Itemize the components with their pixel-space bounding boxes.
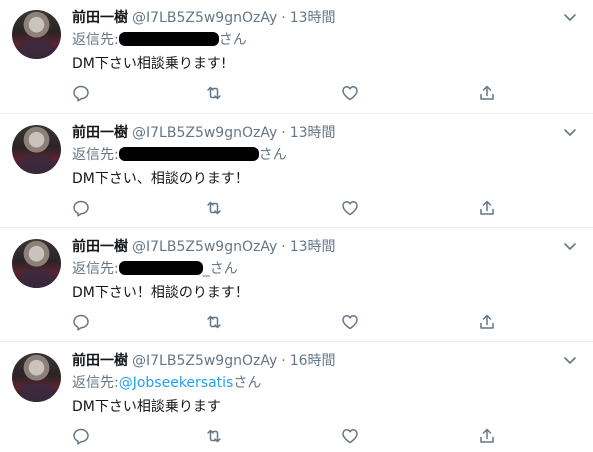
- tweet-header: 前田一樹 @I7LB5Z5w9gnOzAy · 13時間: [72, 237, 336, 257]
- chevron-down-icon[interactable]: [563, 353, 577, 367]
- share-icon: [480, 314, 494, 329]
- reply-to-line: 返信先: さん: [72, 30, 247, 50]
- separator-dot: ·: [281, 239, 286, 255]
- timestamp[interactable]: 16時間: [290, 353, 336, 369]
- reply-to-suffix: さん: [218, 32, 247, 48]
- reply-to-label: 返信先:: [72, 147, 119, 163]
- display-name[interactable]: 前田一樹: [72, 239, 128, 255]
- share-button[interactable]: [478, 84, 496, 102]
- reply-button[interactable]: [72, 427, 90, 445]
- share-icon: [480, 200, 494, 215]
- reply-to-line: 返信先: _さん: [72, 259, 238, 279]
- redacted-username: [118, 32, 219, 46]
- reply-to-suffix: さん: [233, 375, 262, 391]
- retweet-button[interactable]: [205, 427, 223, 445]
- tweet-text: DM下さい相談乗ります: [72, 399, 221, 415]
- reply-icon: [73, 428, 89, 445]
- divider: [0, 341, 593, 342]
- reply-to-label: 返信先:: [72, 32, 119, 48]
- timestamp[interactable]: 13時間: [290, 125, 336, 141]
- user-handle[interactable]: @I7LB5Z5w9gnOzAy: [132, 353, 277, 369]
- retweet-button[interactable]: [205, 199, 223, 217]
- display-name[interactable]: 前田一樹: [72, 10, 128, 26]
- avatar[interactable]: [12, 239, 61, 288]
- retweet-icon: [207, 86, 221, 100]
- heart-icon: [342, 86, 358, 101]
- reply-button[interactable]: [72, 84, 90, 102]
- tweet-header: 前田一樹 @I7LB5Z5w9gnOzAy · 13時間: [72, 8, 336, 28]
- heart-icon: [342, 201, 358, 216]
- timestamp[interactable]: 13時間: [290, 10, 336, 26]
- divider: [0, 113, 593, 114]
- display-name[interactable]: 前田一樹: [72, 125, 128, 141]
- separator-dot: ·: [281, 353, 286, 369]
- avatar[interactable]: [12, 353, 61, 402]
- avatar[interactable]: [12, 10, 61, 59]
- reply-icon: [73, 200, 89, 217]
- user-handle[interactable]: @I7LB5Z5w9gnOzAy: [132, 125, 277, 141]
- separator-dot: ·: [281, 125, 286, 141]
- tweet-text: DM下さい！相談のります！: [72, 285, 249, 301]
- reply-to-line: 返信先:@Jobseekersatisさん: [72, 373, 261, 393]
- tweet-text: DM下さい相談乗ります!: [72, 56, 227, 72]
- share-icon: [480, 85, 494, 100]
- chevron-down-icon[interactable]: [563, 10, 577, 24]
- like-button[interactable]: [341, 199, 359, 217]
- redacted-username: [118, 147, 259, 161]
- retweet-button[interactable]: [205, 84, 223, 102]
- retweet-icon: [207, 315, 221, 329]
- reply-to-line: 返信先: さん: [72, 145, 287, 165]
- reply-button[interactable]: [72, 199, 90, 217]
- separator-dot: ·: [281, 10, 286, 26]
- redacted-username: [118, 261, 203, 275]
- share-button[interactable]: [478, 313, 496, 331]
- share-icon: [480, 428, 494, 443]
- tweet-text: DM下さい、相談のります！: [72, 171, 249, 187]
- tweet[interactable]: 前田一樹 @I7LB5Z5w9gnOzAy · 13時間 返信先: さん DM下さい、相…: [0, 115, 593, 230]
- like-button[interactable]: [341, 313, 359, 331]
- timestamp[interactable]: 13時間: [290, 239, 336, 255]
- reply-to-suffix: _さん: [202, 261, 238, 277]
- tweet-header: 前田一樹 @I7LB5Z5w9gnOzAy · 13時間: [72, 123, 336, 143]
- reply-mention-link[interactable]: @Jobseekersatis: [119, 375, 234, 391]
- tweet[interactable]: 前田一樹 @I7LB5Z5w9gnOzAy · 16時間 返信先:@Jobseeker…: [0, 343, 593, 452]
- share-button[interactable]: [478, 199, 496, 217]
- like-button[interactable]: [341, 427, 359, 445]
- divider: [0, 227, 593, 228]
- heart-icon: [342, 315, 358, 330]
- display-name[interactable]: 前田一樹: [72, 353, 128, 369]
- tweet-header: 前田一樹 @I7LB5Z5w9gnOzAy · 16時間: [72, 351, 336, 371]
- reply-to-label: 返信先:: [72, 375, 119, 391]
- retweet-icon: [207, 429, 221, 443]
- chevron-down-icon[interactable]: [563, 125, 577, 139]
- avatar[interactable]: [12, 125, 61, 174]
- retweet-icon: [207, 201, 221, 215]
- user-handle[interactable]: @I7LB5Z5w9gnOzAy: [132, 239, 277, 255]
- reply-icon: [73, 314, 89, 331]
- user-handle[interactable]: @I7LB5Z5w9gnOzAy: [132, 10, 277, 26]
- heart-icon: [342, 429, 358, 444]
- retweet-button[interactable]: [205, 313, 223, 331]
- reply-button[interactable]: [72, 313, 90, 331]
- tweet[interactable]: 前田一樹 @I7LB5Z5w9gnOzAy · 13時間 返信先: _さん DM下さい！…: [0, 229, 593, 344]
- reply-icon: [73, 85, 89, 102]
- reply-to-suffix: さん: [258, 147, 287, 163]
- tweet[interactable]: 前田一樹 @I7LB5Z5w9gnOzAy · 13時間 返信先: さん DM下さい相談…: [0, 0, 593, 115]
- share-button[interactable]: [478, 427, 496, 445]
- like-button[interactable]: [341, 84, 359, 102]
- reply-to-label: 返信先:: [72, 261, 119, 277]
- chevron-down-icon[interactable]: [563, 239, 577, 253]
